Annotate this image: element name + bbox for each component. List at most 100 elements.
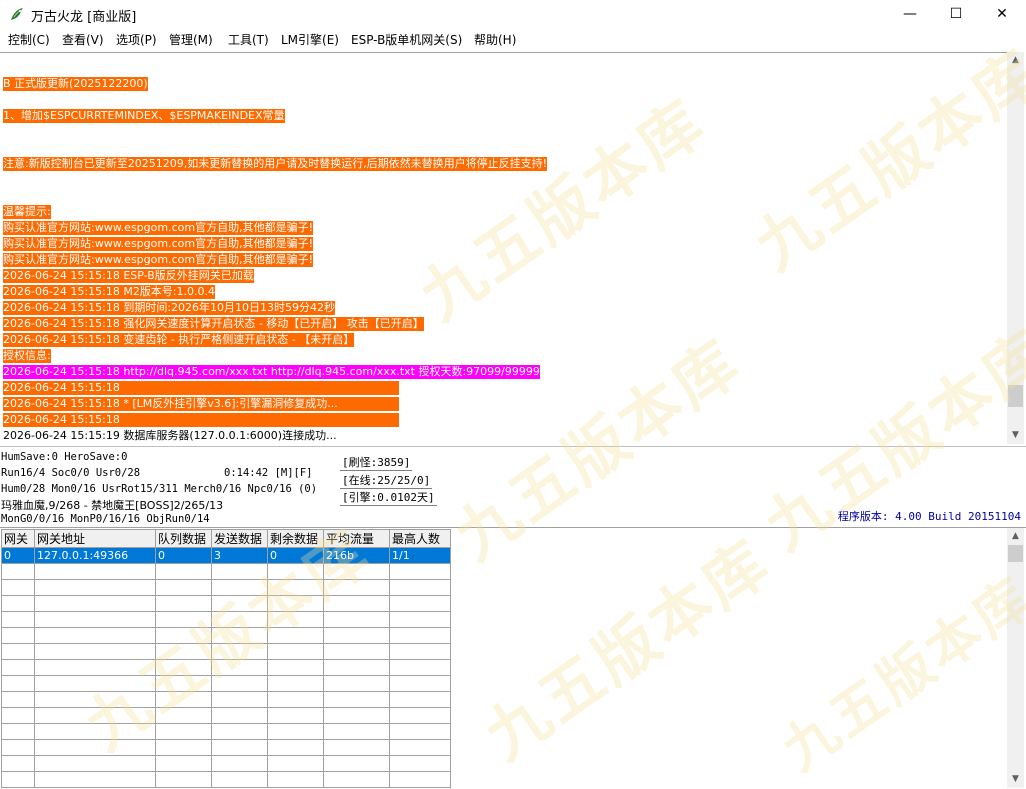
col-gateway[interactable]: 网关 (1, 529, 35, 548)
scroll-down-arrow-icon[interactable]: ▼ (1007, 771, 1024, 788)
empty-cell (211, 563, 268, 580)
empty-cell (1, 595, 35, 612)
empty-cell (267, 675, 324, 692)
col-send-data[interactable]: 发送数据 (211, 529, 268, 548)
empty-table-row[interactable] (1, 675, 451, 692)
cell-remaining: 0 (267, 547, 324, 564)
menu-lm-engine[interactable]: LM引擎(E) (281, 31, 339, 48)
log-output[interactable]: B 正式版更新(2025122200) 1、增加$ESPCURRTEMINDEX… (0, 52, 1007, 445)
empty-table-row[interactable] (1, 739, 451, 756)
table-row[interactable]: 0 127.0.0.1:49366 0 3 0 216b 1/1 (1, 547, 451, 564)
boss-status: 玛雅血魔,9/268 - 禁地魔王[BOSS]2/265/13 (1, 499, 224, 512)
empty-cell (389, 595, 451, 612)
minimize-button[interactable]: — (887, 0, 933, 29)
empty-cell (211, 755, 268, 772)
empty-cell (211, 595, 268, 612)
empty-cell (34, 691, 156, 708)
empty-cell (1, 659, 35, 676)
save-status: HumSave:0 HeroSave:0 (1, 451, 128, 463)
empty-cell (389, 643, 451, 660)
program-version: 程序版本: 4.00 Build 20151104 (837, 510, 1021, 523)
scroll-thumb[interactable] (1008, 545, 1023, 562)
menu-tools[interactable]: 工具(T) (228, 31, 269, 48)
menu-control[interactable]: 控制(C) (8, 31, 50, 48)
empty-cell (34, 643, 156, 660)
menu-bar: 控制(C) 查看(V) 选项(P) 管理(M) 工具(T) LM引擎(E) ES… (0, 29, 1026, 49)
empty-cell (323, 595, 390, 612)
log-line: 授权信息: (3, 349, 51, 363)
menu-help[interactable]: 帮助(H) (474, 31, 516, 48)
empty-table-row[interactable] (1, 611, 451, 628)
empty-cell (1, 675, 35, 692)
empty-table-row[interactable] (1, 595, 451, 612)
empty-cell (211, 771, 268, 788)
empty-table-row[interactable] (1, 723, 451, 740)
col-queue-data[interactable]: 队列数据 (155, 529, 212, 548)
empty-table-row[interactable] (1, 579, 451, 596)
scroll-up-arrow-icon[interactable]: ▲ (1007, 528, 1024, 545)
cell-max-users: 1/1 (389, 547, 451, 564)
engine-days: [引擎:0.0102天] (340, 491, 437, 506)
empty-table-row[interactable] (1, 643, 451, 660)
empty-table-row[interactable] (1, 707, 451, 724)
menu-options[interactable]: 选项(P) (116, 31, 157, 48)
scroll-up-arrow-icon[interactable]: ▲ (1007, 52, 1024, 69)
empty-cell (323, 675, 390, 692)
close-button[interactable]: ✕ (979, 0, 1025, 29)
empty-table-row[interactable] (1, 563, 451, 580)
log-line: 温馨提示: (3, 205, 51, 219)
log-line: 2026-06-24 15:15:18 http://dlq.945.com/x… (3, 365, 540, 379)
empty-cell (211, 707, 268, 724)
empty-cell (389, 691, 451, 708)
col-max-users[interactable]: 最高人数 (389, 529, 451, 548)
empty-table-row[interactable] (1, 755, 451, 772)
empty-cell (389, 627, 451, 644)
col-gateway-address[interactable]: 网关地址 (34, 529, 156, 548)
empty-cell (323, 755, 390, 772)
empty-cell (34, 659, 156, 676)
scroll-thumb[interactable] (1008, 385, 1023, 407)
empty-cell (34, 675, 156, 692)
scroll-down-arrow-icon[interactable]: ▼ (1007, 427, 1024, 444)
empty-cell (1, 643, 35, 660)
empty-table-row[interactable] (1, 771, 451, 788)
table-scrollbar[interactable]: ▲ ▼ (1007, 528, 1024, 788)
empty-cell (389, 563, 451, 580)
empty-cell (211, 627, 268, 644)
empty-cell (323, 691, 390, 708)
empty-cell (389, 659, 451, 676)
empty-cell (323, 579, 390, 596)
empty-cell (155, 771, 212, 788)
empty-cell (267, 563, 324, 580)
maximize-button[interactable]: ☐ (933, 0, 979, 29)
cell-address: 127.0.0.1:49366 (34, 547, 156, 564)
log-scrollbar[interactable]: ▲ ▼ (1007, 52, 1024, 444)
empty-table-row[interactable] (1, 627, 451, 644)
log-line: 购买认准官方网站:www.espgom.com官方自助,其他都是骗子! (3, 237, 313, 251)
empty-cell (1, 755, 35, 772)
cell-gateway: 0 (1, 547, 35, 564)
empty-cell (267, 627, 324, 644)
menu-view[interactable]: 查看(V) (62, 31, 104, 48)
empty-cell (267, 755, 324, 772)
empty-cell (155, 675, 212, 692)
col-remaining-data[interactable]: 剩余数据 (267, 529, 324, 548)
refresh-monster-count: [刷怪:3859] (340, 456, 413, 471)
empty-cell (323, 723, 390, 740)
empty-cell (267, 595, 324, 612)
empty-table-row[interactable] (1, 659, 451, 676)
log-line: 购买认准官方网站:www.espgom.com官方自助,其他都是骗子! (3, 221, 313, 235)
empty-table-row[interactable] (1, 691, 451, 708)
empty-cell (267, 691, 324, 708)
gateway-table[interactable]: 网关 网关地址 队列数据 发送数据 剩余数据 平均流量 最高人数 0 127.0… (1, 529, 451, 788)
cell-send: 3 (211, 547, 268, 564)
empty-cell (389, 739, 451, 756)
empty-cell (34, 739, 156, 756)
menu-manage[interactable]: 管理(M) (169, 31, 213, 48)
menu-esp-gateway[interactable]: ESP-B版单机网关(S) (351, 31, 462, 48)
empty-cell (1, 563, 35, 580)
empty-cell (389, 755, 451, 772)
empty-cell (267, 771, 324, 788)
empty-cell (155, 723, 212, 740)
col-avg-traffic[interactable]: 平均流量 (323, 529, 390, 548)
